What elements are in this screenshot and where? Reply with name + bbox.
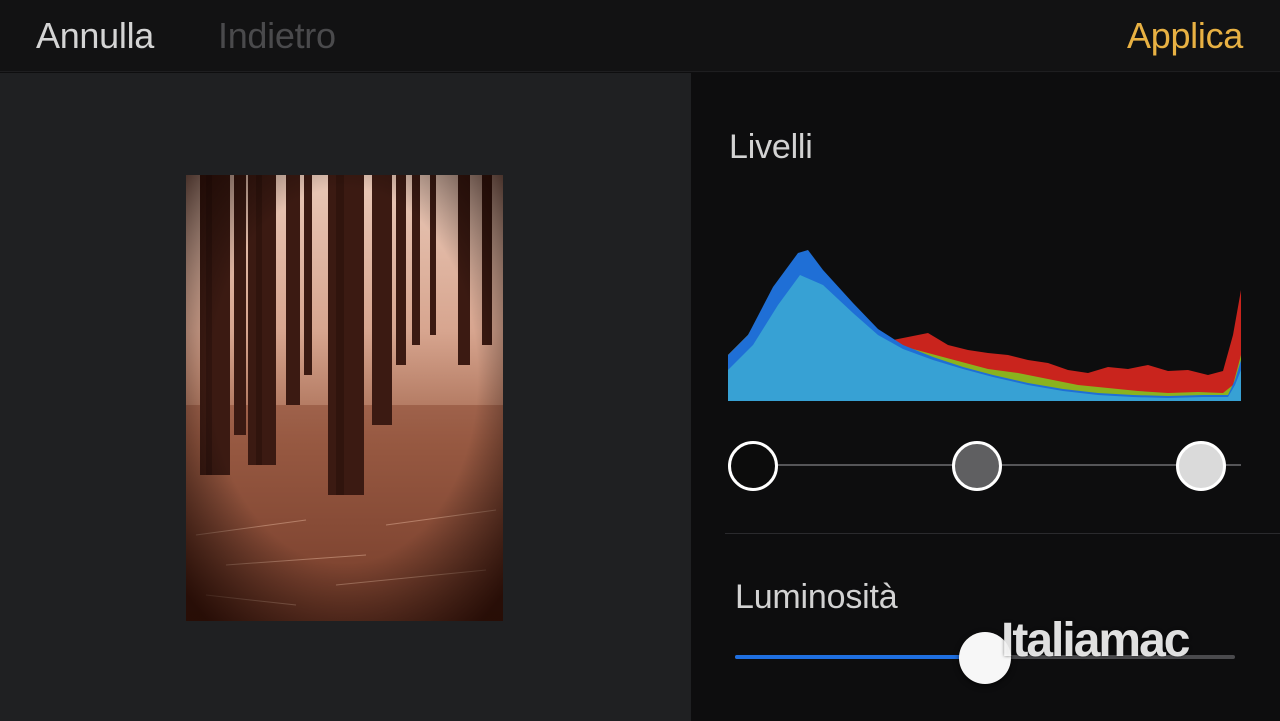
apply-button[interactable]: Applica <box>1127 14 1243 58</box>
cancel-button[interactable]: Annulla <box>36 14 154 58</box>
midtone-handle[interactable] <box>952 441 1002 491</box>
top-toolbar: Annulla Indietro Applica <box>0 0 1280 72</box>
adjustments-panel: Livelli Luminosità Italiamac <box>691 73 1280 721</box>
levels-title: Livelli <box>729 128 813 166</box>
back-button[interactable]: Indietro <box>218 14 336 58</box>
white-point-handle[interactable] <box>1176 441 1226 491</box>
watermark-logo: Italiamac <box>1001 614 1190 667</box>
brightness-title: Luminosità <box>735 578 898 616</box>
image-canvas <box>0 73 691 721</box>
rgb-histogram <box>728 250 1241 401</box>
black-point-handle[interactable] <box>728 441 778 491</box>
photo-preview <box>186 175 503 621</box>
brightness-slider-fill <box>735 655 985 659</box>
section-divider <box>725 533 1280 534</box>
